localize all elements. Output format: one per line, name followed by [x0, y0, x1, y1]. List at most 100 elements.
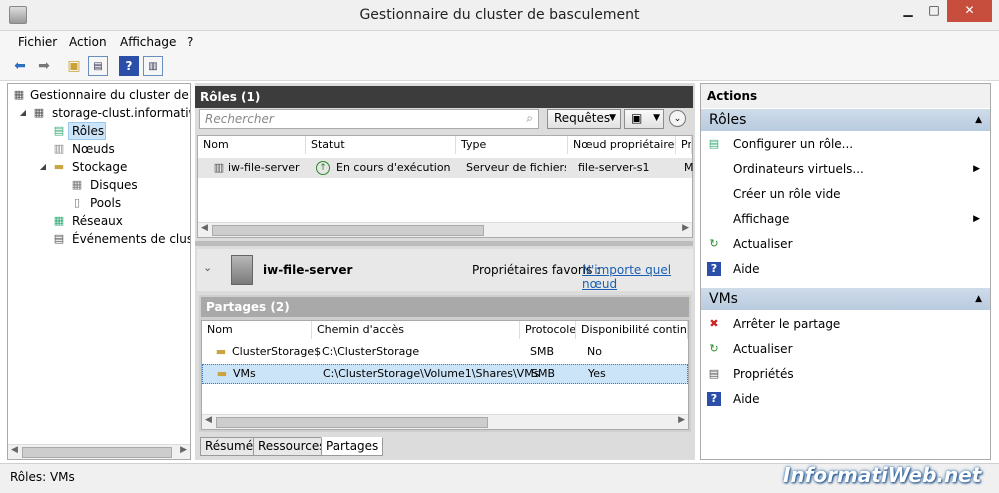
refresh-icon: ↻: [709, 237, 719, 250]
shares-panel: Partages (2) Nom Chemin d'accès Protocol…: [199, 295, 691, 432]
submenu-arrow-icon: ▶: [973, 214, 980, 224]
column-header-share-name[interactable]: Nom: [202, 321, 312, 339]
tab-partages[interactable]: Partages: [321, 437, 384, 456]
minimize-button[interactable]: ▁: [895, 0, 921, 22]
collapse-section-icon[interactable]: ▲: [975, 109, 982, 131]
save-icon: ▣: [631, 111, 643, 125]
action-stop-sharing[interactable]: ✖ Arrêter le partage: [701, 312, 990, 336]
actions-section-roles[interactable]: Rôles ▲: [701, 109, 990, 131]
shares-horizontal-scrollbar[interactable]: ◀ ▶: [202, 414, 688, 429]
action-refresh-share[interactable]: ↻ Actualiser: [701, 337, 990, 361]
tab-resume[interactable]: Résumé: [200, 437, 259, 456]
roles-search-input[interactable]: Rechercher ⌕: [199, 109, 539, 129]
expand-triangle-icon[interactable]: ◢: [16, 106, 30, 120]
column-header-owner[interactable]: Nœud propriétaire: [568, 136, 676, 154]
roles-icon: ▤: [53, 124, 65, 137]
tab-ressources[interactable]: Ressources: [253, 437, 331, 456]
refresh-icon: ↻: [709, 342, 719, 355]
menu-fichier[interactable]: Fichier: [18, 35, 57, 49]
stop-sharing-icon: ✖: [709, 317, 719, 330]
share-folder-icon: ▬: [215, 345, 227, 358]
expand-triangle-icon[interactable]: ◢: [36, 160, 50, 174]
column-header-protocol[interactable]: Protocole: [520, 321, 576, 339]
dropdown-arrow-icon: ▼: [653, 113, 660, 123]
detail-role-name: iw-file-server: [263, 263, 353, 277]
preferred-owners-label: Propriétaires favoris :: [472, 263, 601, 277]
forward-arrow-icon[interactable]: ➡: [34, 56, 54, 76]
submenu-arrow-icon: ▶: [973, 164, 980, 174]
queries-button[interactable]: Requêtes ▼: [547, 109, 621, 129]
action-refresh[interactable]: ↻ Actualiser: [701, 232, 990, 256]
properties-icon: ▤: [708, 367, 720, 380]
table-row[interactable]: ▬ ClusterStorage$ C:\ClusterStorage SMB …: [202, 342, 688, 362]
scroll-left-icon[interactable]: ◀: [11, 445, 18, 455]
detail-header: ⌄ iw-file-server Propriétaires favoris :…: [197, 249, 693, 291]
title-bar: Gestionnaire du cluster de basculement ▁…: [0, 0, 999, 31]
action-help[interactable]: ? Aide: [701, 257, 990, 281]
column-header-nom[interactable]: Nom: [198, 136, 306, 154]
roles-pane-title: Rôles (1): [195, 86, 693, 108]
scroll-right-icon[interactable]: ▶: [682, 223, 689, 233]
menu-bar: Fichier Action Affichage ?: [0, 31, 999, 53]
table-row[interactable]: ▥ iw-file-server ↑ En cours d'exécution …: [198, 158, 694, 178]
search-icon[interactable]: ⌕: [526, 111, 533, 126]
pools-icon: ▯: [73, 196, 81, 209]
column-header-statut[interactable]: Statut: [306, 136, 456, 154]
pane-splitter[interactable]: [195, 241, 693, 246]
disks-icon: ▦: [71, 178, 83, 191]
share-folder-icon: ▬: [216, 367, 228, 380]
collapse-section-icon[interactable]: ▲: [975, 288, 982, 310]
action-configure-role[interactable]: ▤ Configurer un rôle...: [701, 132, 990, 156]
menu-action[interactable]: Action: [69, 35, 107, 49]
maximize-button[interactable]: □: [921, 0, 947, 22]
action-create-empty-role[interactable]: Créer un rôle vide: [701, 182, 990, 206]
table-row-selected[interactable]: ▬ VMs C:\ClusterStorage\Volume1\Shares\V…: [202, 364, 688, 384]
toolbar: ⬅ ➡ ▣ ▤ ? ▥: [0, 53, 999, 81]
action-view[interactable]: Affichage ▶: [701, 207, 990, 231]
collapse-chevron-icon[interactable]: ⌄: [669, 110, 686, 127]
status-text: Rôles: VMs: [10, 470, 75, 484]
shares-scroll-thumb[interactable]: [216, 417, 488, 428]
events-icon: ▤: [53, 232, 65, 245]
menu-help[interactable]: ?: [187, 35, 193, 49]
column-header-pr[interactable]: Pr: [676, 136, 692, 154]
save-query-button[interactable]: ▣ ▼: [624, 109, 664, 129]
back-arrow-icon[interactable]: ⬅: [10, 56, 30, 76]
nodes-icon: ▥: [53, 142, 65, 155]
help-icon[interactable]: ?: [119, 56, 139, 76]
action-virtual-machines[interactable]: Ordinateurs virtuels... ▶: [701, 157, 990, 181]
window-title: Gestionnaire du cluster de basculement: [359, 7, 640, 23]
show-hide-action-pane-icon[interactable]: ▥: [143, 56, 163, 76]
networks-icon: ▦: [53, 214, 65, 227]
tree-scroll-thumb[interactable]: [22, 447, 172, 458]
scroll-left-icon[interactable]: ◀: [205, 415, 212, 425]
scroll-right-icon[interactable]: ▶: [678, 415, 685, 425]
preferred-owners-link[interactable]: N'importe quel nœud: [582, 263, 693, 291]
center-pane: Rôles (1) Rechercher ⌕ Requêtes ▼ ▣ ▼ ⌄ …: [195, 83, 695, 460]
shares-title: Partages (2): [201, 297, 689, 317]
up-folder-icon[interactable]: ▣: [64, 56, 84, 76]
column-header-path[interactable]: Chemin d'accès: [312, 321, 520, 339]
column-header-type[interactable]: Type: [456, 136, 568, 154]
collapse-detail-icon[interactable]: ⌄: [203, 261, 212, 274]
file-server-icon: ▥: [213, 161, 225, 174]
menu-affichage[interactable]: Affichage: [120, 35, 176, 49]
close-button[interactable]: ✕: [947, 0, 992, 22]
show-hide-tree-icon[interactable]: ▤: [88, 56, 108, 76]
roles-list: Nom Statut Type Nœud propriétaire Pr ▥ i…: [197, 135, 694, 238]
action-help-share[interactable]: ? Aide: [701, 387, 990, 411]
configure-role-icon: ▤: [708, 137, 720, 150]
actions-title: Actions: [701, 84, 990, 108]
actions-section-vms[interactable]: VMs ▲: [701, 288, 990, 310]
shares-list: Nom Chemin d'accès Protocole Disponibili…: [201, 320, 689, 430]
tree-horizontal-scrollbar[interactable]: ◀ ▶: [8, 444, 190, 459]
dropdown-arrow-icon: ▼: [609, 113, 616, 123]
actions-pane: Actions Rôles ▲ ▤ Configurer un rôle... …: [700, 83, 991, 460]
roles-scroll-thumb[interactable]: [212, 225, 484, 236]
column-header-continuous[interactable]: Disponibilité continue: [576, 321, 688, 339]
scroll-left-icon[interactable]: ◀: [201, 223, 208, 233]
roles-horizontal-scrollbar[interactable]: ◀ ▶: [198, 222, 692, 237]
action-properties[interactable]: ▤ Propriétés: [701, 362, 990, 386]
file-server-role-icon: [231, 255, 253, 285]
scroll-right-icon[interactable]: ▶: [180, 445, 187, 455]
